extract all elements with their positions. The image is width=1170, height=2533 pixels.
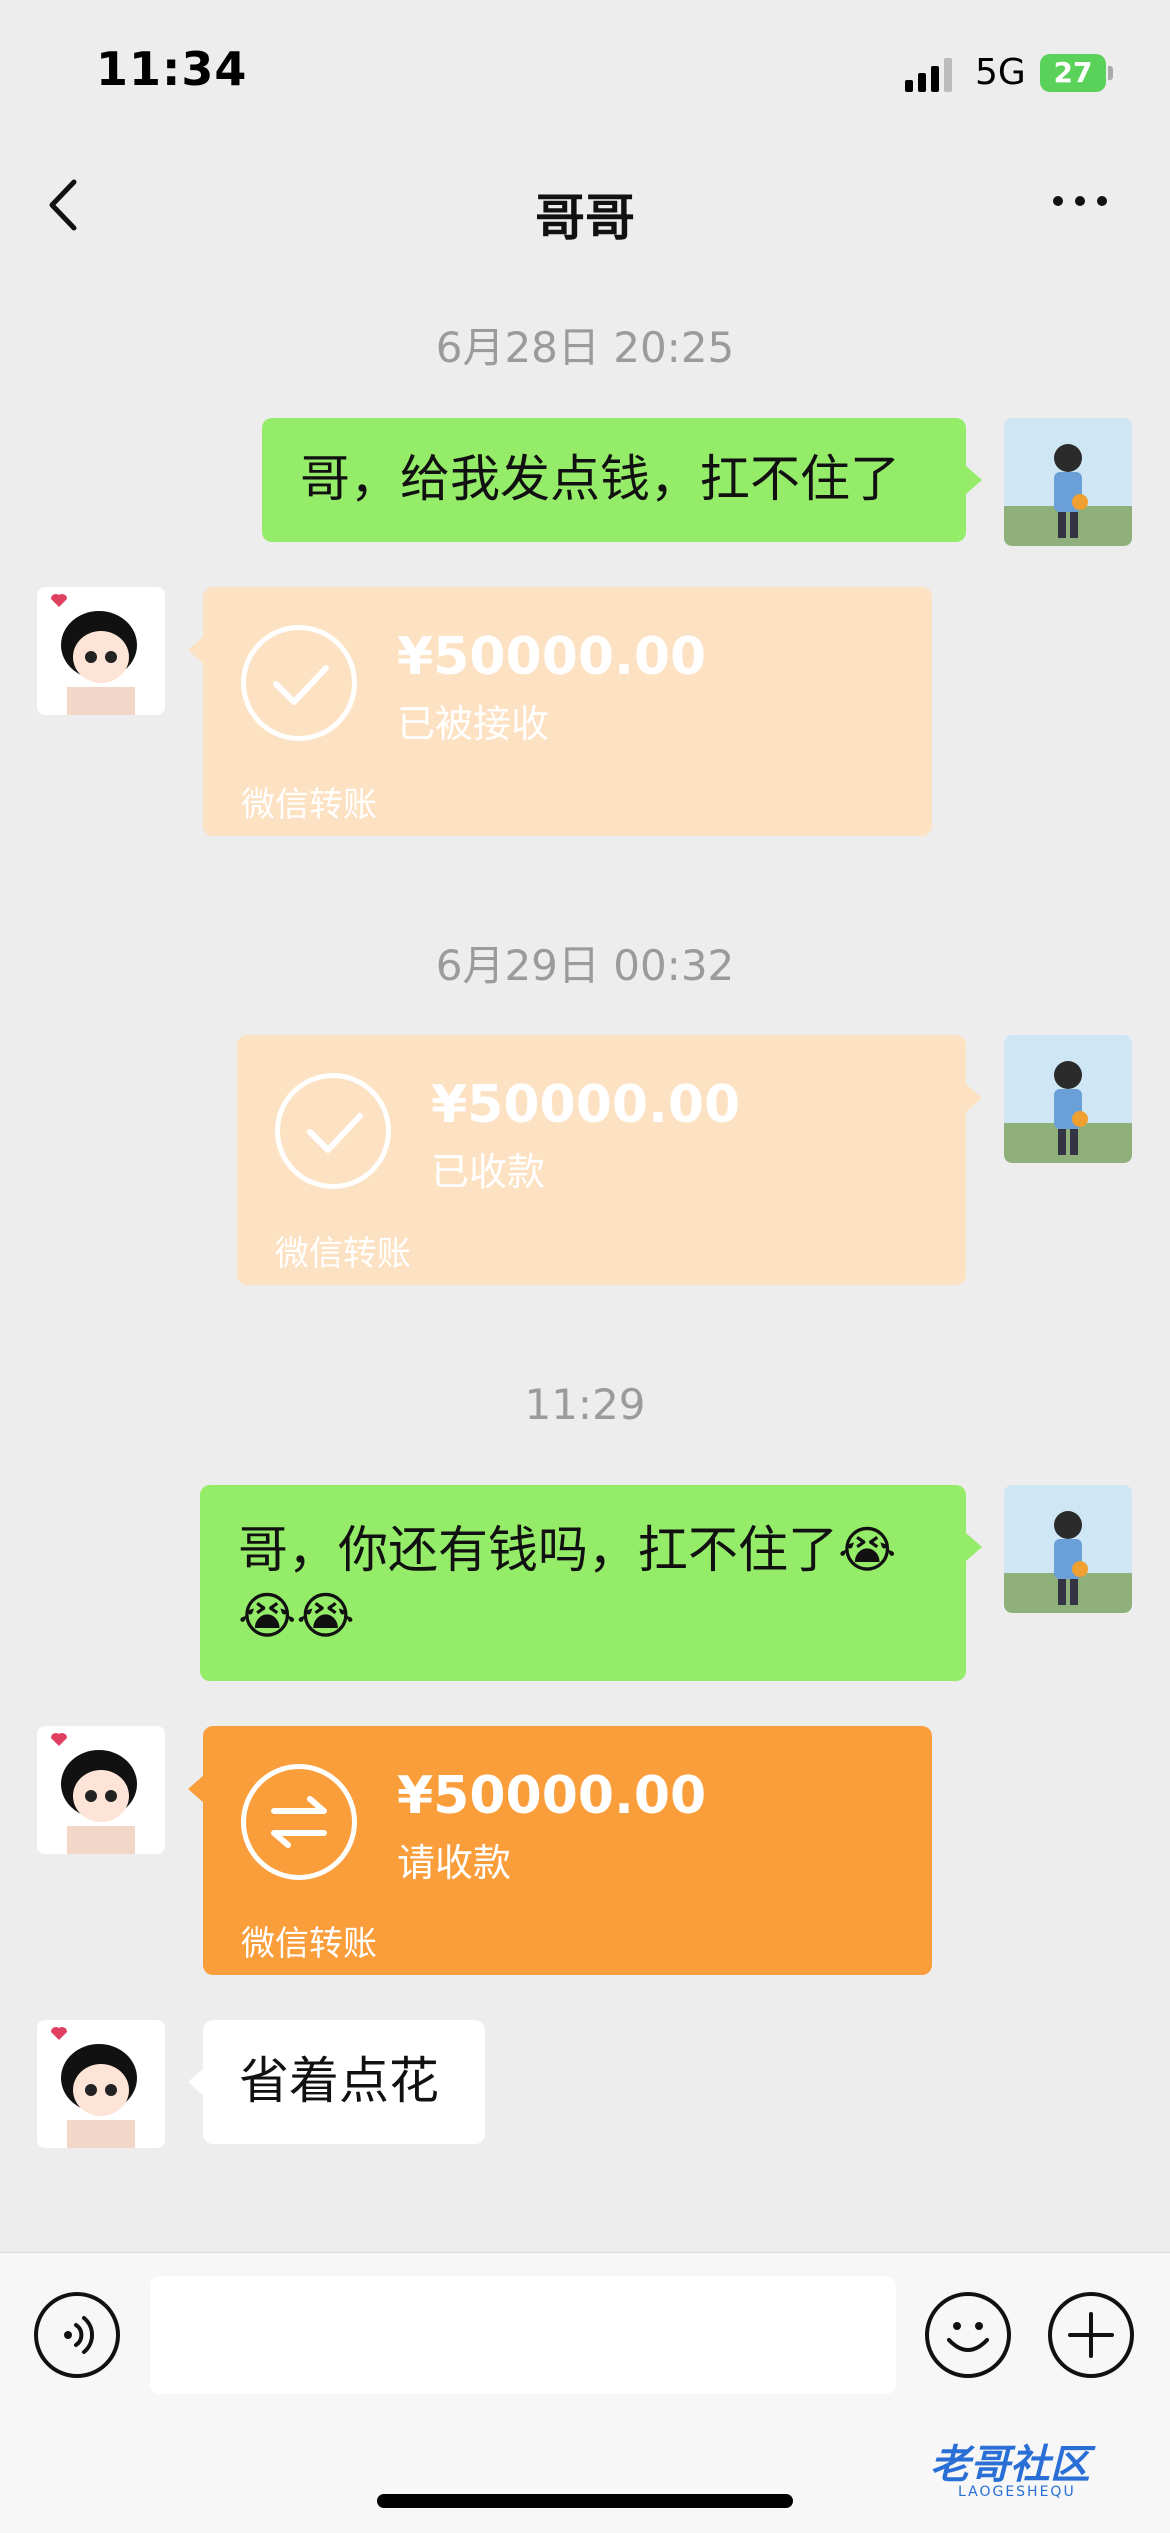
watermark-sub: LAOGESHEQU [958,2484,1076,2500]
add-plus-icon[interactable] [1048,2292,1134,2378]
bubble-tail [966,466,982,494]
bubble-tail [966,1533,982,1561]
transfer-status: 已收款 [431,1150,546,1194]
avatar-self[interactable] [1004,1035,1132,1163]
network-label: 5G [975,52,1026,93]
message-text: 省着点花 [239,2052,439,2110]
timestamp: 6月29日 00:32 [435,941,735,990]
home-indicator[interactable] [377,2494,793,2508]
message-bubble-sent[interactable]: 哥，给我发点钱，扛不住了 [262,418,966,542]
transfer-footer: 微信转账 [241,785,377,825]
avatar-self[interactable] [1004,1485,1132,1613]
bubble-tail [966,1084,982,1112]
message-text: 哥，你还有钱吗，扛不住了😭😭😭 [238,1521,897,1645]
message-bubble-received[interactable]: 省着点花 [203,2020,485,2144]
transfer-card-received[interactable]: ¥50000.00 已收款 微信转账 [237,1035,966,1285]
bubble-tail [188,636,204,664]
check-circle-icon [275,1073,391,1189]
avatar-brother[interactable] [37,2020,165,2148]
message-bubble-sent[interactable]: 哥，你还有钱吗，扛不住了😭😭😭 [200,1485,966,1681]
chat-title: 哥哥 [535,189,635,247]
message-input[interactable] [150,2276,896,2394]
avatar-brother[interactable] [37,587,165,715]
transfer-card-pending[interactable]: ¥50000.00 请收款 微信转账 [203,1726,932,1975]
battery-cap [1108,66,1113,80]
signal-icon [905,58,955,92]
avatar-brother[interactable] [37,1726,165,1854]
transfer-footer: 微信转账 [275,1234,411,1274]
avatar-self[interactable] [1004,418,1132,546]
transfer-card-accepted[interactable]: ¥50000.00 已被接收 微信转账 [203,587,932,836]
status-time: 11:34 [96,42,248,96]
transfer-status: 已被接收 [397,702,550,746]
transfer-amount: ¥50000.00 [397,1766,707,1826]
timestamp: 11:29 [524,1380,646,1429]
transfer-amount: ¥50000.00 [431,1075,741,1135]
emoji-icon[interactable] [925,2292,1011,2378]
bubble-tail [188,2068,204,2096]
timestamp: 6月28日 20:25 [435,323,735,372]
watermark-logo: 老哥社区 [930,2442,1090,2488]
more-options-icon[interactable] [1050,186,1110,216]
check-circle-icon [241,625,357,741]
transfer-arrows-icon [241,1764,357,1880]
battery-icon: 27 [1040,54,1106,92]
transfer-amount: ¥50000.00 [397,627,707,687]
transfer-footer: 微信转账 [241,1924,377,1964]
message-text: 哥，给我发点钱，扛不住了 [300,450,900,508]
transfer-status: 请收款 [397,1841,512,1885]
bubble-tail [188,1775,204,1803]
voice-input-icon[interactable] [34,2292,120,2378]
